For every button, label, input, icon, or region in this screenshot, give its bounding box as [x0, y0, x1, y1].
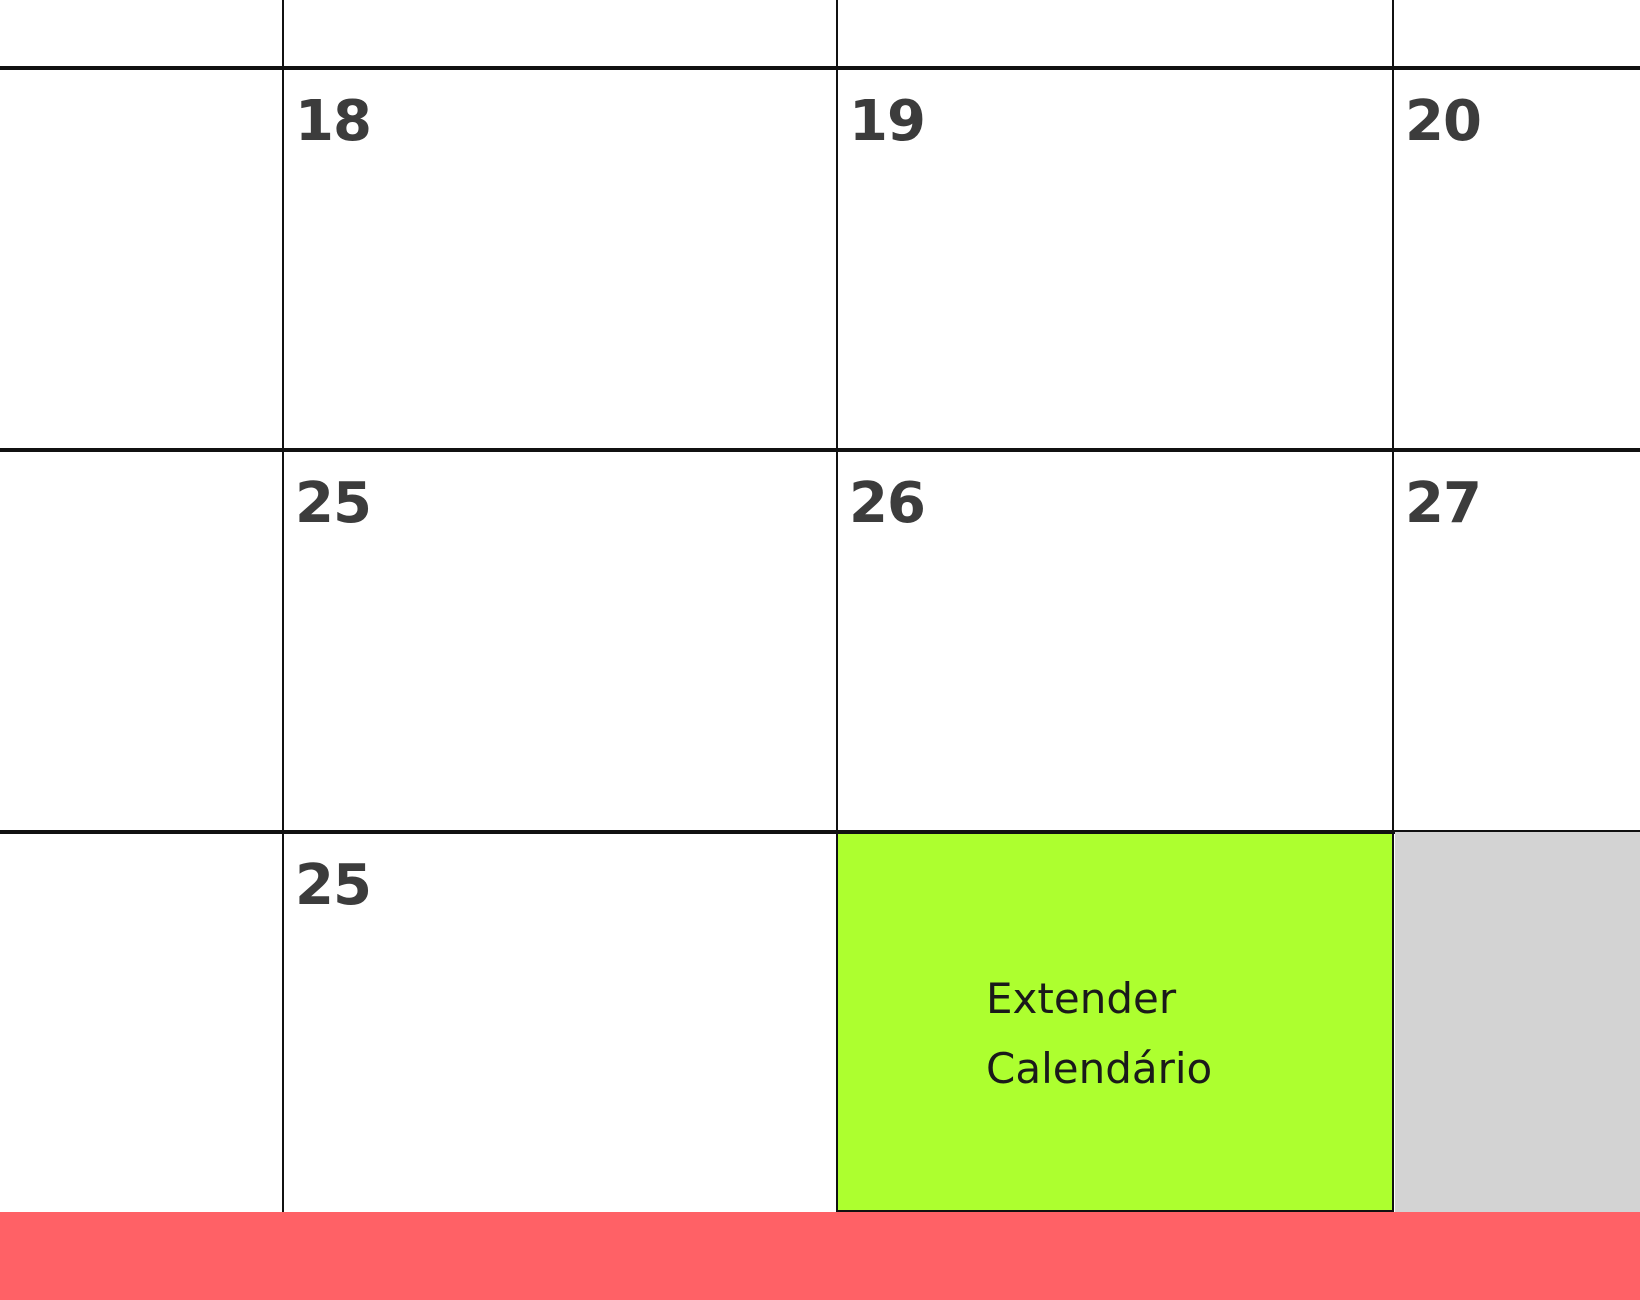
grid-line [282, 0, 284, 1212]
calendar-cell-day-19[interactable]: 19 [838, 70, 1392, 448]
day-number: 19 [849, 89, 926, 154]
calendar-cell-day-25[interactable]: 25 [284, 834, 836, 1212]
day-number: 25 [295, 853, 372, 918]
extend-calendar-button[interactable]: Extender Calendário [836, 832, 1394, 1212]
calendar-cell[interactable] [838, 0, 1392, 66]
calendar-cell[interactable] [0, 452, 282, 830]
disabled-calendar-cell [1395, 832, 1640, 1212]
day-number: 27 [1405, 471, 1482, 536]
calendar-cell[interactable] [0, 70, 282, 448]
footer-bar [0, 1212, 1640, 1300]
calendar-cell[interactable] [284, 0, 836, 66]
calendar-cell[interactable] [1394, 0, 1640, 66]
grid-line [1392, 0, 1394, 832]
calendar-cell-day-20[interactable]: 20 [1394, 70, 1640, 448]
calendar-cell-day-25[interactable]: 25 [284, 452, 836, 830]
grid-line [0, 66, 1640, 70]
calendar-cell[interactable] [0, 0, 282, 66]
day-number: 18 [295, 89, 372, 154]
day-number: 20 [1405, 89, 1482, 154]
extend-calendar-label: Extender Calendário [986, 964, 1212, 1104]
extend-calendar-label-line1: Extender [986, 974, 1177, 1023]
day-number: 26 [849, 471, 926, 536]
grid-line [0, 448, 1640, 452]
calendar-page: 18 19 20 25 26 27 25 Extender Calendário [0, 0, 1640, 1300]
calendar-cell-day-27[interactable]: 27 [1394, 452, 1640, 830]
calendar-cell-day-26[interactable]: 26 [838, 452, 1392, 830]
calendar-cell[interactable] [0, 834, 282, 1212]
day-number: 25 [295, 471, 372, 536]
extend-calendar-label-line2: Calendário [986, 1044, 1213, 1093]
grid-line [0, 830, 1640, 834]
calendar-cell-day-18[interactable]: 18 [284, 70, 836, 448]
